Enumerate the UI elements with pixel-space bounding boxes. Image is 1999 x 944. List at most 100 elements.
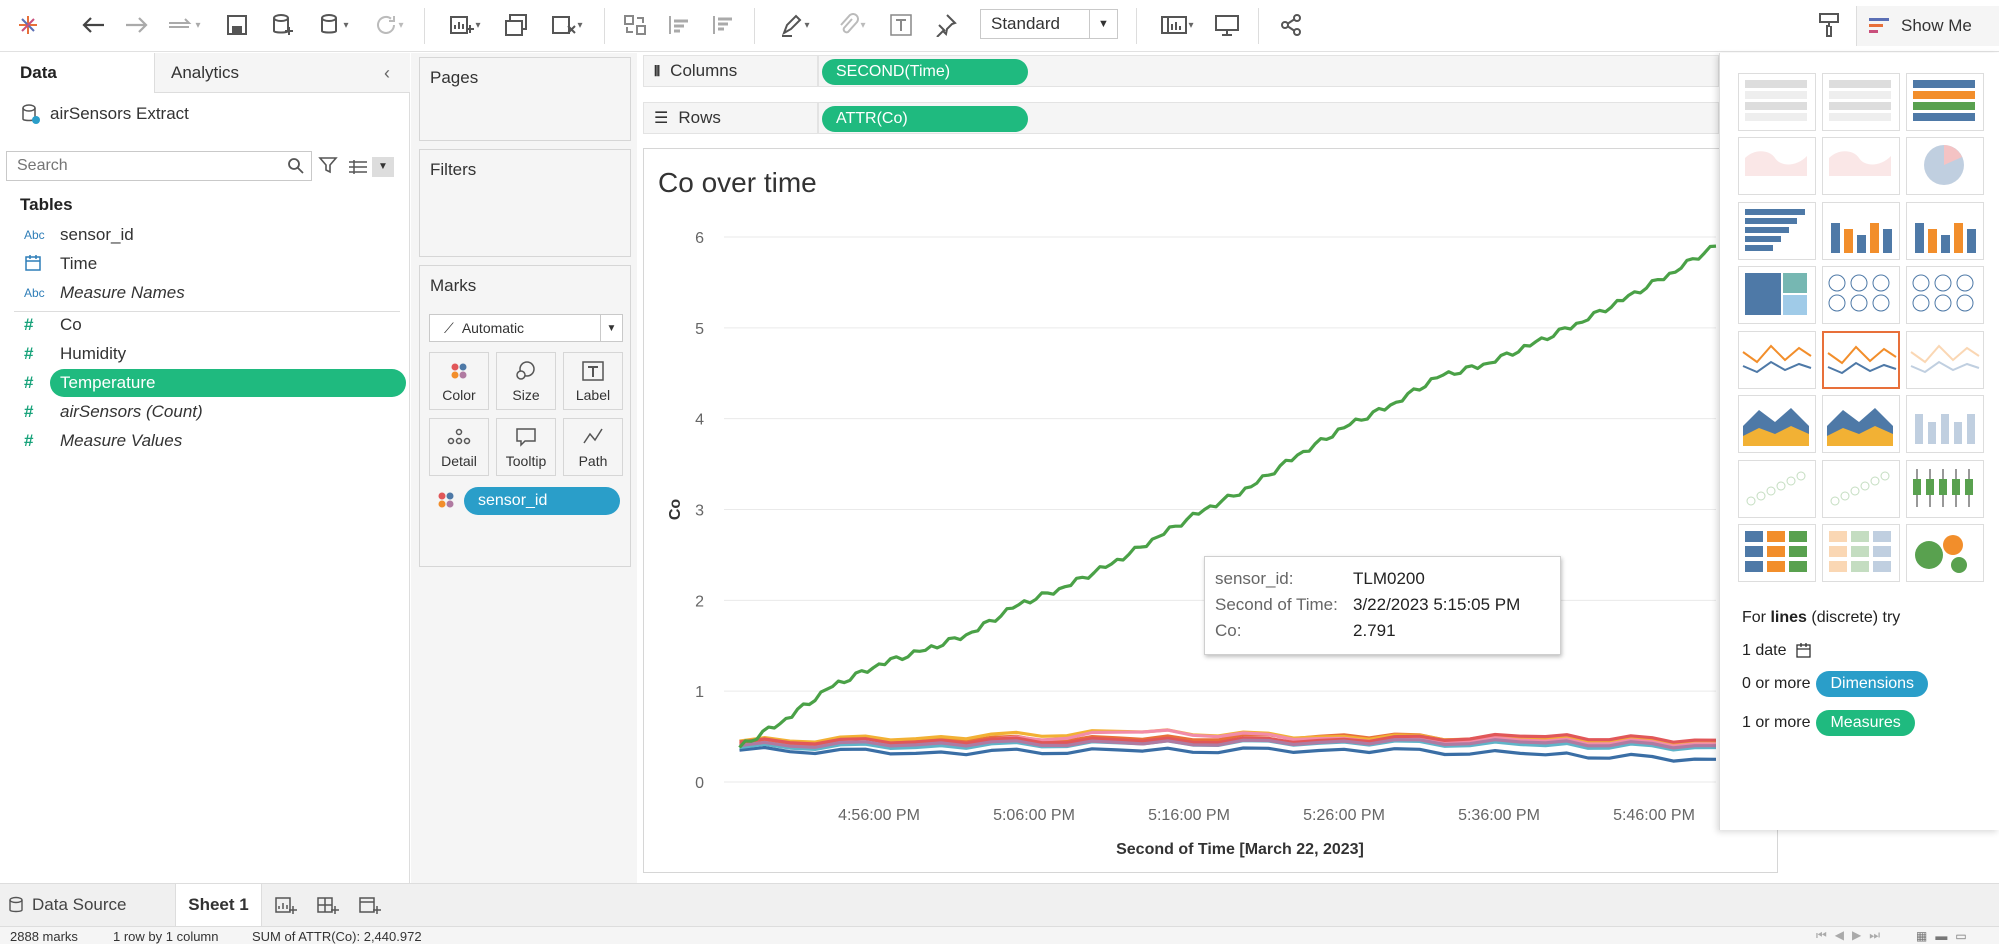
- field-measure-values[interactable]: # Measure Values: [0, 427, 410, 455]
- chart-type-thumbnail[interactable]: [1738, 266, 1816, 324]
- sort-descending-icon[interactable]: [706, 8, 740, 42]
- fix-axes-icon[interactable]: [930, 8, 960, 42]
- chart-type-thumbnail[interactable]: [1906, 137, 1984, 195]
- fit-dropdown[interactable]: Standard ▼: [980, 9, 1118, 39]
- field-measure-names[interactable]: Abc Measure Names: [0, 279, 410, 307]
- field-sensor-id[interactable]: Abc sensor_id: [0, 221, 410, 249]
- redo-icon[interactable]: [120, 8, 154, 42]
- filters-card[interactable]: Filters: [419, 149, 631, 257]
- cards-column: Pages Filters Marks ⟋ Automatic ▼ Color Si…: [411, 53, 637, 883]
- series-line: [739, 745, 1717, 763]
- status-bar: 2888 marks 1 row by 1 column SUM of ATTR…: [0, 926, 1999, 944]
- presentation-mode-icon[interactable]: [1210, 8, 1244, 42]
- clear-sheet-icon[interactable]: ▾: [542, 8, 592, 42]
- line-chart[interactable]: 0 1 2 3 4 5 6 4:56:00 PM 5:06:00 PM 5:16:00 PM 5:2…: [644, 149, 1777, 872]
- chart-type-thumbnail[interactable]: [1822, 331, 1900, 389]
- status-sum: SUM of ATTR(Co): 2,440.972: [252, 929, 422, 944]
- chart-type-thumbnail[interactable]: [1738, 524, 1816, 582]
- field-humidity[interactable]: # Humidity: [0, 340, 410, 368]
- tab-sheet-1[interactable]: Sheet 1: [176, 884, 262, 926]
- tooltip-label: Co:: [1215, 621, 1242, 640]
- chart-type-thumbnail[interactable]: [1738, 395, 1816, 453]
- tab-data-source[interactable]: Data Source: [0, 884, 176, 926]
- color-button[interactable]: Color: [429, 352, 489, 410]
- pages-card[interactable]: Pages: [419, 57, 631, 141]
- chart-type-thumbnail[interactable]: [1738, 137, 1816, 195]
- chart-type-thumbnail[interactable]: [1906, 524, 1984, 582]
- label-button[interactable]: Label: [563, 352, 623, 410]
- new-worksheet-icon[interactable]: ▾: [440, 8, 490, 42]
- chart-type-thumbnail[interactable]: [1906, 266, 1984, 324]
- y-tick-label: 1: [695, 684, 704, 701]
- show-labels-icon[interactable]: [886, 8, 916, 42]
- chart-type-thumbnail[interactable]: [1822, 460, 1900, 518]
- new-dashboard-tab-icon[interactable]: [308, 884, 348, 926]
- filter-icon[interactable]: [318, 155, 338, 180]
- tableau-logo-icon[interactable]: [12, 8, 44, 42]
- path-button[interactable]: Path: [563, 418, 623, 476]
- collapse-pane-icon[interactable]: ‹: [384, 53, 404, 93]
- x-tick-label: 5:46:00 PM: [1613, 807, 1695, 824]
- field-time[interactable]: Time: [0, 250, 410, 278]
- view-options-icon[interactable]: ▼: [348, 157, 394, 177]
- search-input[interactable]: [6, 151, 312, 181]
- refresh-icon[interactable]: ▾: [364, 8, 414, 42]
- tab-analytics[interactable]: Analytics: [155, 53, 410, 93]
- chart-type-thumbnail[interactable]: [1822, 202, 1900, 260]
- undo-icon[interactable]: [76, 8, 110, 42]
- search-icon[interactable]: [287, 157, 305, 180]
- chart-type-thumbnail[interactable]: [1822, 524, 1900, 582]
- chart-type-thumbnail[interactable]: [1906, 202, 1984, 260]
- mark-type-dropdown[interactable]: ⟋ Automatic ▼: [429, 314, 623, 342]
- sheet-nav-icon[interactable]: ⏮◀▶⏭: [1816, 928, 1888, 943]
- chart-type-thumbnail[interactable]: [1906, 460, 1984, 518]
- show-me-button[interactable]: Show Me: [1856, 6, 1999, 46]
- detail-button[interactable]: Detail: [429, 418, 489, 476]
- rows-pill[interactable]: ATTR(Co): [822, 106, 1028, 132]
- chart-type-thumbnail[interactable]: [1738, 202, 1816, 260]
- size-icon: [497, 361, 555, 384]
- chart-type-thumbnail[interactable]: [1738, 73, 1816, 131]
- sensor-id-color-pill[interactable]: sensor_id: [464, 487, 620, 515]
- req-measures: 1 or more Measures: [1742, 710, 1915, 736]
- field-co[interactable]: # Co: [0, 311, 410, 339]
- chart-type-thumbnail[interactable]: [1822, 137, 1900, 195]
- highlight-icon[interactable]: ▾: [770, 8, 820, 42]
- chart-type-thumbnail[interactable]: [1906, 395, 1984, 453]
- tooltip-label: sensor_id:: [1215, 569, 1294, 588]
- columns-pill[interactable]: SECOND(Time): [822, 59, 1028, 85]
- tooltip-button[interactable]: Tooltip: [496, 418, 556, 476]
- chart-type-thumbnail[interactable]: [1738, 331, 1816, 389]
- format-painter-icon[interactable]: [1812, 8, 1846, 42]
- field-temperature[interactable]: # Temperature: [0, 369, 410, 397]
- size-button[interactable]: Size: [496, 352, 556, 410]
- sort-ascending-icon[interactable]: [662, 8, 696, 42]
- share-icon[interactable]: [1274, 8, 1308, 42]
- show-me-label: Show Me: [1901, 16, 1972, 35]
- number-type-icon: #: [24, 402, 34, 421]
- new-story-tab-icon[interactable]: [350, 884, 390, 926]
- new-datasource-icon[interactable]: [268, 8, 298, 42]
- chart-type-thumbnail[interactable]: [1822, 73, 1900, 131]
- new-worksheet-tab-icon[interactable]: [266, 884, 306, 926]
- label-icon: [564, 361, 622, 384]
- tab-data[interactable]: Data: [0, 53, 155, 93]
- chart-type-thumbnail[interactable]: [1906, 73, 1984, 131]
- viz-area[interactable]: Co over time 0 1 2 3 4 5 6 4:56:00 PM 5:06:00 PM…: [643, 148, 1778, 873]
- chart-type-thumbnail[interactable]: [1822, 395, 1900, 453]
- save-icon[interactable]: [222, 8, 252, 42]
- field-airsensors-count[interactable]: # airSensors (Count): [0, 398, 410, 426]
- swap-icon[interactable]: [618, 8, 652, 42]
- x-tick-label: 5:36:00 PM: [1458, 807, 1540, 824]
- view-mode-icon[interactable]: ▦▬▭: [1916, 929, 1975, 943]
- show-cards-icon[interactable]: ▾: [1152, 8, 1202, 42]
- group-members-icon[interactable]: ▾: [826, 8, 876, 42]
- chart-type-thumbnail[interactable]: [1822, 266, 1900, 324]
- replay-icon[interactable]: ▾: [162, 8, 206, 42]
- duplicate-icon[interactable]: [500, 8, 534, 42]
- datasource-item[interactable]: airSensors Extract: [20, 103, 189, 125]
- number-type-icon: #: [24, 344, 34, 363]
- chart-type-thumbnail[interactable]: [1906, 331, 1984, 389]
- chart-type-thumbnail[interactable]: [1738, 460, 1816, 518]
- pause-updates-icon[interactable]: ▾: [310, 8, 358, 42]
